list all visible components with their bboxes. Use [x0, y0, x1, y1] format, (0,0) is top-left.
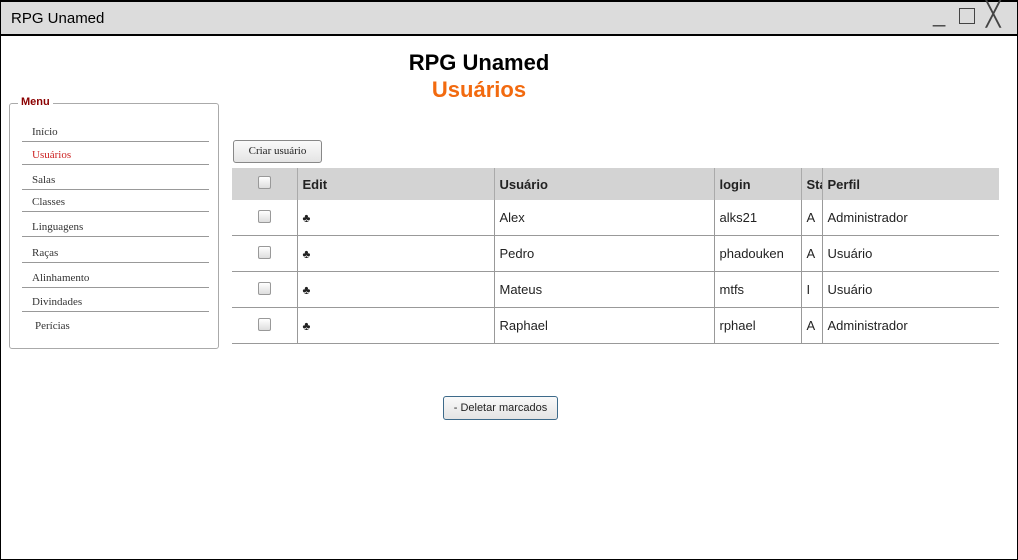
cell-perfil: Administrador: [822, 307, 999, 344]
menu-item-classes[interactable]: Classes: [22, 192, 209, 212]
column-header-edit[interactable]: Edit: [297, 168, 495, 200]
table-row: ♣ Mateus mtfs I Usuário: [232, 271, 999, 308]
edit-icon[interactable]: ♣: [303, 319, 311, 333]
column-header-login[interactable]: login: [714, 168, 802, 200]
menu-item-inicio[interactable]: Início: [22, 122, 209, 142]
cell-perfil: Usuário: [822, 235, 999, 272]
menu-item-pericias[interactable]: Perícias: [22, 316, 209, 336]
column-header-perfil[interactable]: Perfil: [822, 168, 999, 200]
column-header-status[interactable]: Status: [801, 168, 823, 200]
select-all-cell: [232, 168, 298, 200]
row-checkbox[interactable]: [258, 209, 271, 223]
menu-item-divindades[interactable]: Divindades: [22, 292, 209, 312]
row-checkbox[interactable]: [258, 245, 271, 259]
page-title: RPG Unamed: [408, 50, 550, 75]
menu-item-usuarios[interactable]: Usuários: [22, 145, 209, 165]
edit-icon[interactable]: ♣: [303, 247, 311, 261]
cell-usuario: Raphael: [494, 307, 715, 344]
window-title: RPG Unamed: [11, 10, 105, 27]
cell-login: alks21: [714, 200, 802, 236]
cell-login: phadouken: [714, 235, 802, 272]
cell-status: I: [801, 271, 823, 308]
delete-selected-button[interactable]: - Deletar marcados: [443, 396, 558, 420]
cell-usuario: Mateus: [494, 271, 715, 308]
row-checkbox[interactable]: [258, 281, 271, 295]
cell-status: A: [801, 200, 823, 236]
cell-usuario: Pedro: [494, 235, 715, 272]
row-checkbox[interactable]: [258, 317, 271, 331]
edit-icon[interactable]: ♣: [303, 211, 311, 225]
select-all-checkbox[interactable]: [258, 176, 271, 189]
cell-perfil: Administrador: [822, 200, 999, 236]
title-bar: RPG Unamed _ ╳: [1, 2, 1017, 36]
table-header-row: Edit Usuário login Status Perfil: [232, 168, 999, 200]
cell-status: A: [801, 307, 823, 344]
menu-item-racas[interactable]: Raças: [22, 243, 209, 263]
close-icon[interactable]: ╳: [986, 3, 1000, 27]
table-row: ♣ Pedro phadouken A Usuário: [232, 235, 999, 272]
menu-legend: Menu: [18, 96, 53, 108]
page-subtitle: Usuários: [431, 77, 527, 102]
menu-item-salas[interactable]: Salas: [22, 170, 209, 190]
table-row: ♣ Raphael rphael A Administrador: [232, 307, 999, 344]
menu-item-alinhamento[interactable]: Alinhamento: [22, 268, 209, 288]
cell-login: mtfs: [714, 271, 802, 308]
create-user-button[interactable]: Criar usuário: [233, 140, 322, 163]
cell-login: rphael: [714, 307, 802, 344]
column-header-usuario[interactable]: Usuário: [494, 168, 715, 200]
cell-perfil: Usuário: [822, 271, 999, 308]
users-table: Edit Usuário login Status Perfil ♣ Alex …: [232, 168, 999, 344]
minimize-icon[interactable]: _: [933, 4, 945, 26]
cell-usuario: Alex: [494, 200, 715, 236]
maximize-icon[interactable]: [959, 8, 975, 24]
menu-item-linguagens[interactable]: Linguagens: [22, 217, 209, 237]
edit-icon[interactable]: ♣: [303, 283, 311, 297]
table-row: ♣ Alex alks21 A Administrador: [232, 200, 999, 236]
cell-status: A: [801, 235, 823, 272]
